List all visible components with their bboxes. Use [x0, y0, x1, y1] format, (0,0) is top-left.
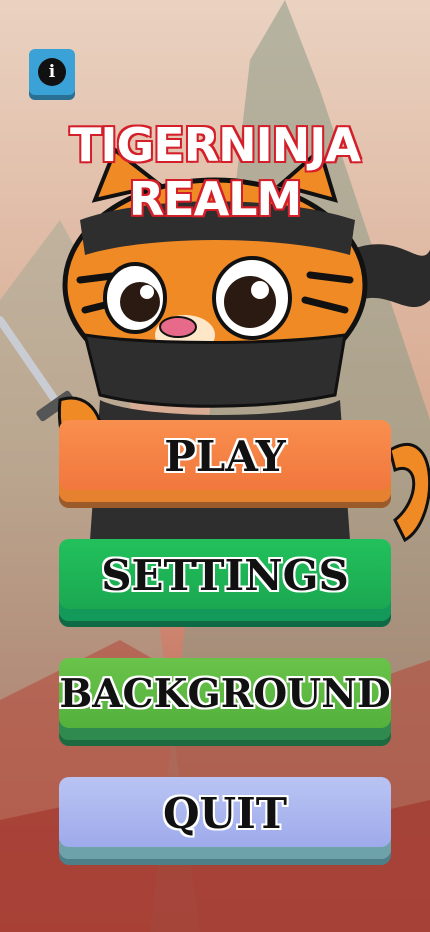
quit-button[interactable]: QUIT	[59, 777, 391, 859]
settings-button[interactable]: SETTINGS	[59, 539, 391, 621]
play-button[interactable]: PLAY	[59, 420, 391, 502]
info-icon: i	[38, 58, 66, 86]
game-title-line-1: TIGERNINJA	[69, 117, 363, 174]
game-title: TIGERNINJA REALM	[0, 117, 430, 228]
game-title-line-2: REALM	[127, 171, 304, 228]
info-button[interactable]: i	[29, 49, 75, 95]
background-button[interactable]: BACKGROUND	[59, 658, 391, 740]
